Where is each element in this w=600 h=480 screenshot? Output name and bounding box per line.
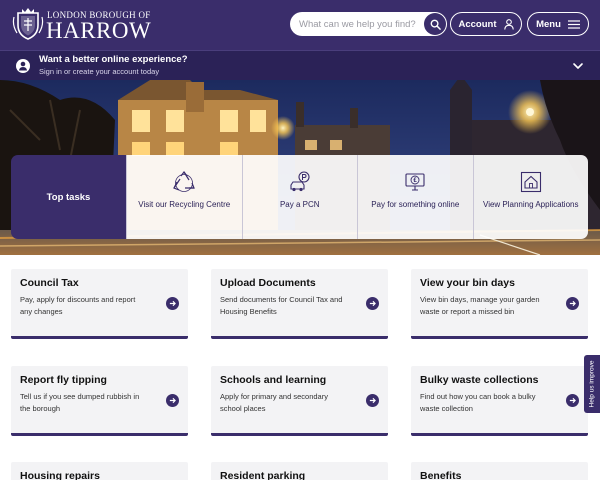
card-title: Schools and learning [220, 374, 327, 386]
site-header: LONDON BOROUGH OF HARROW Account Menu [0, 0, 600, 50]
search-button[interactable] [424, 13, 446, 35]
task-label: Pay a PCN [279, 200, 320, 209]
card-description: View bin days, manage your garden waste … [420, 295, 540, 316]
task-recycling-centre[interactable]: Visit our Recycling Centre [126, 155, 242, 239]
signin-banner[interactable]: Want a better online experience? Sign in… [0, 50, 600, 80]
card-description: Apply for primary and secondary school p… [220, 392, 328, 413]
card-title: Council Tax [20, 277, 79, 289]
card-housing-repairs[interactable]: Housing repairs [11, 462, 188, 480]
card-fly-tipping[interactable]: Report fly tipping Tell us if you see du… [11, 366, 188, 436]
card-description: Pay, apply for discounts and report any … [20, 295, 136, 316]
search-icon [430, 19, 441, 30]
arrow-right-icon[interactable] [566, 297, 579, 310]
account-button[interactable]: Account [450, 12, 522, 36]
user-circle-icon [16, 59, 30, 73]
card-description: Send documents for Council Tax and Housi… [220, 295, 343, 316]
menu-button[interactable]: Menu [527, 12, 589, 36]
arrow-right-icon[interactable] [566, 394, 579, 407]
task-planning-applications[interactable]: View Planning Applications [472, 155, 588, 239]
card-benefits[interactable]: Benefits [411, 462, 588, 480]
card-description: Tell us if you see dumped rubbish in the… [20, 392, 140, 413]
top-tasks-label: Top tasks [11, 155, 126, 239]
arrow-right-icon[interactable] [366, 297, 379, 310]
task-label: View Planning Applications [483, 200, 579, 209]
pound-monitor-icon [405, 173, 425, 191]
card-upload-documents[interactable]: Upload Documents Send documents for Coun… [211, 269, 388, 339]
card-schools-learning[interactable]: Schools and learning Apply for primary a… [211, 366, 388, 436]
search-box [290, 12, 447, 36]
card-title: Upload Documents [220, 277, 316, 289]
signin-subtitle: Sign in or create your account today [39, 67, 160, 76]
house-plan-icon [520, 171, 541, 193]
feedback-tab[interactable]: Help us improve [584, 355, 600, 413]
card-title: View your bin days [420, 277, 515, 289]
arrow-right-icon[interactable] [166, 297, 179, 310]
crest-icon [12, 8, 44, 40]
page: LONDON BOROUGH OF HARROW Account Menu [0, 0, 600, 480]
search-input[interactable] [299, 16, 421, 32]
card-title: Bulky waste collections [420, 374, 539, 386]
task-label: Visit our Recycling Centre [138, 200, 231, 209]
card-title: Resident parking [220, 470, 306, 480]
recycle-icon [173, 171, 196, 192]
task-pay-pcn[interactable]: Pay a PCN [241, 155, 357, 239]
task-pay-online[interactable]: Pay for something online [357, 155, 473, 239]
hamburger-icon [567, 19, 580, 29]
signin-title: Want a better online experience? [39, 54, 188, 65]
card-title: Report fly tipping [20, 374, 107, 386]
user-icon [503, 18, 514, 30]
card-bin-days[interactable]: View your bin days View bin days, manage… [411, 269, 588, 339]
task-label: Pay for something online [371, 200, 460, 209]
feedback-label: Help us improve [588, 360, 596, 408]
top-tasks-panel: Top tasks Visit our Recycling Centre Pay… [11, 155, 588, 239]
card-description: Find out how you can book a bulky waste … [420, 392, 536, 413]
chevron-down-icon[interactable] [572, 60, 584, 72]
arrow-right-icon[interactable] [166, 394, 179, 407]
card-title: Housing repairs [20, 470, 100, 480]
card-resident-parking[interactable]: Resident parking [211, 462, 388, 480]
menu-label: Menu [536, 18, 561, 30]
harrow-logo[interactable]: LONDON BOROUGH OF HARROW [12, 7, 152, 43]
card-bulky-waste[interactable]: Bulky waste collections Find out how you… [411, 366, 588, 436]
card-title: Benefits [420, 470, 462, 480]
arrow-right-icon[interactable] [366, 394, 379, 407]
account-label: Account [458, 18, 497, 30]
logo-name: HARROW [46, 18, 152, 43]
car-parking-icon [290, 171, 310, 192]
card-council-tax[interactable]: Council Tax Pay, apply for discounts and… [11, 269, 188, 339]
